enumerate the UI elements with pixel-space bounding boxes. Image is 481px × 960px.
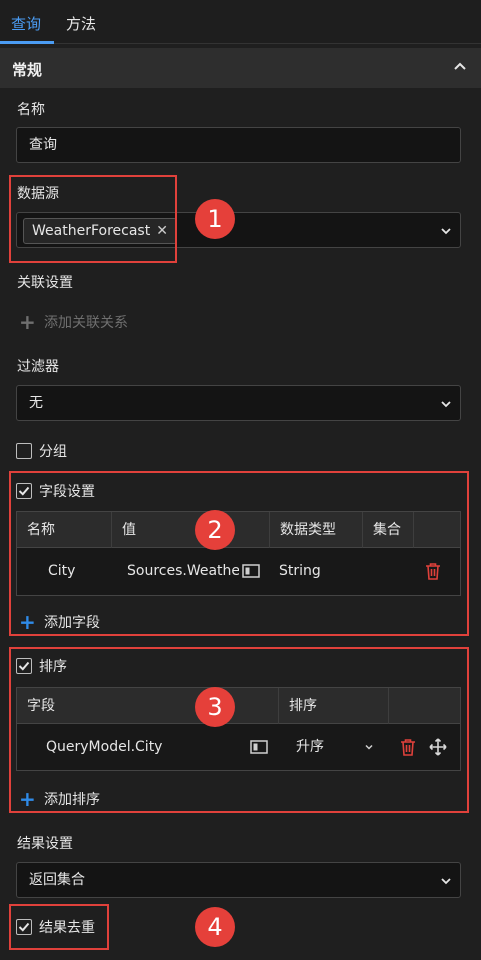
expression-editor-icon[interactable] xyxy=(250,740,268,754)
drag-move-icon[interactable] xyxy=(429,738,447,756)
result-value: 返回集合 xyxy=(29,872,85,888)
column-header: 数据类型 xyxy=(270,512,363,548)
add-sort-button[interactable]: + 添加排序 xyxy=(19,787,100,811)
datasource-tag-label: WeatherForecast xyxy=(32,223,151,239)
close-icon[interactable]: ✕ xyxy=(156,223,168,239)
filter-value: 无 xyxy=(29,395,43,411)
trash-icon[interactable] xyxy=(425,562,441,580)
sort-table: 字段 排序 QueryModel.City 升序 xyxy=(16,687,461,771)
plus-icon: + xyxy=(19,787,36,811)
name-label: 名称 xyxy=(17,102,45,118)
fields-checkbox[interactable]: 字段设置 xyxy=(16,481,95,501)
field-name-cell[interactable]: City xyxy=(48,548,75,594)
tab-bar: 查询 方法 xyxy=(0,0,481,44)
distinct-checkbox[interactable]: 结果去重 xyxy=(16,917,95,937)
sort-order-select[interactable]: 升序 xyxy=(296,724,324,770)
group-label: 分组 xyxy=(39,444,67,460)
datasource-label: 数据源 xyxy=(17,186,59,202)
callout-badge-1: 1 xyxy=(195,199,235,239)
sort-table-header: 字段 排序 xyxy=(17,688,460,724)
checkbox-checked-icon xyxy=(16,483,32,499)
sort-label: 排序 xyxy=(39,659,67,675)
table-row[interactable]: City Sources.Weather String xyxy=(17,548,460,594)
add-relation-button[interactable]: + 添加关联关系 xyxy=(19,310,128,334)
column-header: 集合 xyxy=(363,512,414,548)
table-row[interactable]: QueryModel.City 升序 xyxy=(17,724,460,770)
column-header: 名称 xyxy=(17,512,112,548)
tab-methods[interactable]: 方法 xyxy=(66,13,96,34)
relation-label: 关联设置 xyxy=(17,275,73,291)
chevron-down-icon xyxy=(441,401,451,408)
name-input[interactable]: 查询 xyxy=(16,127,461,163)
add-field-label: 添加字段 xyxy=(44,615,100,631)
column-header-actions xyxy=(389,688,460,724)
chevron-down-icon xyxy=(441,228,451,235)
sort-field-cell[interactable]: QueryModel.City xyxy=(46,724,162,770)
column-header: 排序 xyxy=(279,688,389,724)
checkbox-checked-icon xyxy=(16,658,32,674)
datasource-select[interactable]: WeatherForecast ✕ xyxy=(16,212,461,248)
add-relation-label: 添加关联关系 xyxy=(44,315,128,331)
column-header: 值 xyxy=(112,512,270,548)
active-tab-indicator xyxy=(0,41,54,44)
fields-label: 字段设置 xyxy=(39,484,95,500)
checkbox-checked-icon xyxy=(16,919,32,935)
plus-icon: + xyxy=(19,310,36,334)
callout-badge-4: 4 xyxy=(195,907,235,947)
chevron-down-icon xyxy=(441,878,451,885)
sort-checkbox[interactable]: 排序 xyxy=(16,656,67,676)
add-field-button[interactable]: + 添加字段 xyxy=(19,610,100,634)
filter-select[interactable]: 无 xyxy=(16,385,461,421)
fields-table-header: 名称 值 数据类型 集合 xyxy=(17,512,460,548)
callout-badge-2: 2 xyxy=(195,510,235,550)
result-label: 结果设置 xyxy=(17,836,73,852)
callout-badge-3: 3 xyxy=(195,687,235,727)
plus-icon: + xyxy=(19,610,36,634)
column-header: 字段 xyxy=(17,688,279,724)
expression-editor-icon[interactable] xyxy=(242,564,260,578)
datasource-tag: WeatherForecast ✕ xyxy=(23,218,177,244)
general-section-header[interactable]: 常规 xyxy=(0,48,481,88)
trash-icon[interactable] xyxy=(400,738,416,756)
fields-table: 名称 值 数据类型 集合 City Sources.Weather String xyxy=(16,511,461,596)
chevron-up-icon[interactable] xyxy=(451,58,469,76)
section-title: 常规 xyxy=(12,61,43,79)
chevron-down-icon[interactable] xyxy=(364,742,374,752)
group-checkbox[interactable]: 分组 xyxy=(16,441,67,461)
result-select[interactable]: 返回集合 xyxy=(16,862,461,898)
distinct-label: 结果去重 xyxy=(39,920,95,936)
tab-query[interactable]: 查询 xyxy=(11,13,41,34)
field-type-cell[interactable]: String xyxy=(279,548,321,594)
filter-label: 过滤器 xyxy=(17,359,59,375)
checkbox-unchecked-icon xyxy=(16,443,32,459)
add-sort-label: 添加排序 xyxy=(44,792,100,808)
field-value-cell[interactable]: Sources.Weather xyxy=(127,548,239,594)
